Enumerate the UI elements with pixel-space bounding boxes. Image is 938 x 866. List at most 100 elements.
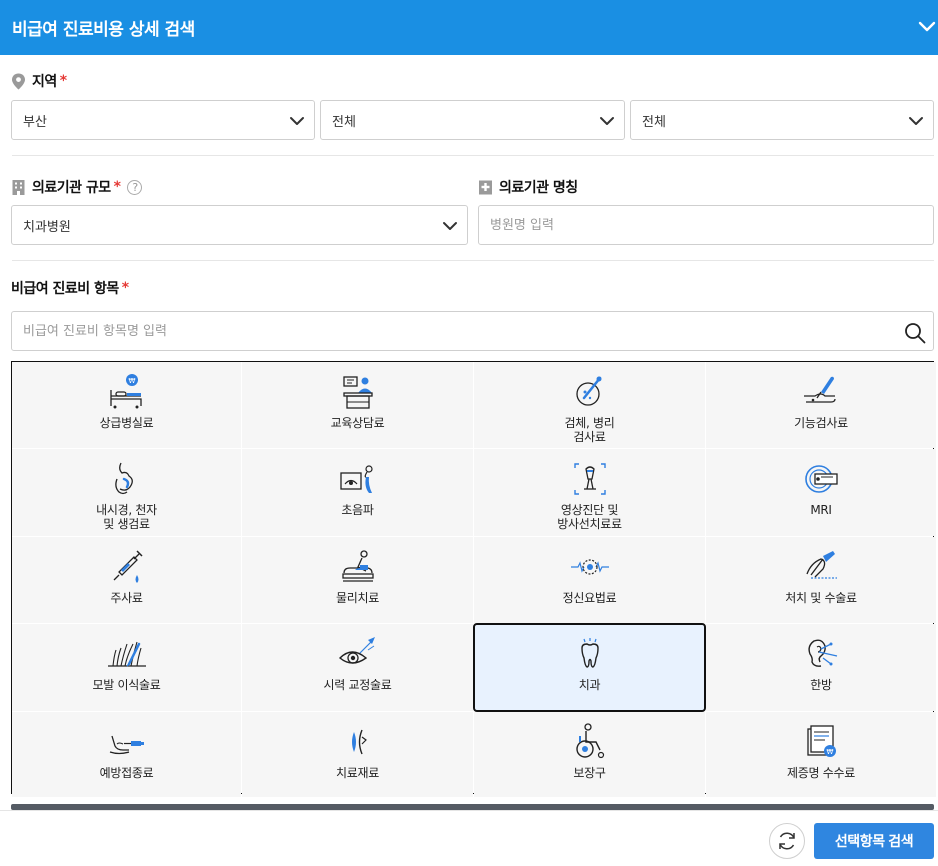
divider [12,260,934,261]
building-icon [12,179,25,195]
items-label: 비급여 진료비 항목 * [11,278,129,298]
certificate-icon: ₩ [807,725,836,757]
category-item[interactable]: 주사료 [12,537,241,623]
category-item[interactable]: 정신요법료 [474,537,705,623]
institution-name-label: 의료기관 명칭 [478,177,578,197]
chevron-down-icon [443,222,457,230]
category-label: 시력 교정술료 [323,678,392,692]
specimen-test-icon [575,376,601,406]
category-label: 영상진단 및 방사선치료료 [557,503,622,531]
help-icon[interactable]: ? [127,179,143,195]
category-item[interactable]: 검체, 병리 검사료 [474,362,705,448]
reset-button[interactable] [769,823,805,859]
region-city-value: 부산 [23,114,47,130]
chevron-down-icon [909,117,923,125]
refresh-icon [779,832,795,850]
category-label: 보장구 [573,766,606,780]
category-label: 기능검사료 [794,416,848,430]
category-item[interactable]: 내시경, 천자 및 생검료 [12,449,241,536]
hair-transplant-icon [107,641,146,667]
category-label: 초음파 [341,503,374,517]
category-grid: ₩ 상급병실료 교육상담료 검체, 병리 검사료 기능검사료 내시경, 천자 및… [11,361,936,797]
endoscope-icon [114,462,133,495]
institution-scale-value: 치과병원 [23,219,71,235]
region-label-text: 지역 [32,74,57,90]
category-item[interactable]: 교육상담료 [242,362,473,448]
category-item[interactable]: 초음파 [242,449,473,536]
category-label: MRI [810,503,832,517]
category-item[interactable]: 예방접종료 [12,712,241,797]
category-item[interactable]: MRI [706,449,936,536]
physical-therapy-icon [341,550,374,582]
category-item[interactable]: 치료재료 [242,712,473,797]
institution-name-text: 의료기관 명칭 [499,180,578,196]
category-label: 치과 [578,678,601,692]
region-district-select[interactable]: 전체 [320,100,625,140]
search-selected-button[interactable]: 선택항목 검색 [814,823,934,859]
divider [12,155,934,156]
brain-wave-icon [570,559,609,575]
scalpel-icon [806,551,837,579]
category-item[interactable]: 영상진단 및 방사선치료료 [474,449,705,536]
region-city-select[interactable]: 부산 [11,100,315,140]
svg-text:₩: ₩ [827,748,834,756]
lens-material-icon [351,729,367,755]
category-item[interactable]: 처치 및 수술료 [706,537,936,623]
institution-scale-label: 의료기관 규모 * ? [11,177,143,197]
category-item[interactable]: 기능검사료 [706,362,936,448]
category-label: 정신요법료 [562,591,617,605]
category-label: 물리치료 [336,591,379,605]
category-item[interactable]: 모발 이식술료 [12,624,241,711]
chevron-down-icon[interactable] [916,16,938,38]
syringe-icon [113,550,143,583]
required-mark: * [59,73,67,89]
category-label: 교육상담료 [330,416,385,430]
category-item[interactable]: ₩ 제증명 수수료 [706,712,936,797]
xray-icon [573,463,606,495]
hospital-bed-icon: ₩ [109,374,142,409]
items-label-text: 비급여 진료비 항목 [11,281,119,297]
category-label: 검체, 병리 검사료 [564,416,615,444]
location-pin-icon [12,73,25,89]
region-town-value: 전체 [642,114,666,130]
eye-laser-icon [338,637,375,664]
category-label: 예방접종료 [99,766,154,780]
category-label: 한방 [810,678,832,692]
page-title: 비급여 진료비용 상세 검색 [12,20,195,40]
required-mark: * [113,179,121,195]
institution-scale-select[interactable]: 치과병원 [11,205,468,245]
chevron-down-icon [600,117,614,125]
category-label: 제증명 수수료 [787,766,855,780]
category-label: 치료재료 [336,766,379,780]
category-item[interactable]: 물리치료 [242,537,473,623]
category-label: 모발 이식술료 [92,678,161,692]
category-label: 처치 및 수술료 [785,591,857,605]
counseling-desk-icon [342,376,373,409]
tooth-icon [580,638,599,668]
ultrasound-icon [339,465,373,493]
region-town-select[interactable]: 전체 [630,100,934,140]
category-item[interactable]: ₩ 상급병실료 [12,362,241,448]
region-label: 지역 * [11,71,67,91]
mri-icon [805,465,838,493]
category-item[interactable]: 보장구 [474,712,705,797]
category-label: 주사료 [110,591,143,605]
function-test-icon [804,376,836,403]
acupuncture-ear-icon [808,639,838,667]
category-item-selected[interactable]: 치과 [473,623,706,712]
category-label: 내시경, 천자 및 생검료 [96,503,157,531]
category-item[interactable]: 한방 [706,624,936,711]
category-label: 상급병실료 [99,416,154,430]
required-mark: * [121,280,129,296]
item-search-input[interactable] [11,311,934,351]
chevron-down-icon [290,117,304,125]
vaccination-icon [109,735,144,755]
svg-text:₩: ₩ [128,377,135,385]
category-item[interactable]: 시력 교정술료 [242,624,473,711]
institution-name-input[interactable] [478,205,934,245]
hospital-sign-icon [479,180,492,194]
wheelchair-icon [575,723,604,759]
institution-scale-text: 의료기관 규모 [32,180,111,196]
page-header[interactable]: 비급여 진료비용 상세 검색 [0,0,938,55]
search-icon[interactable] [904,322,926,344]
